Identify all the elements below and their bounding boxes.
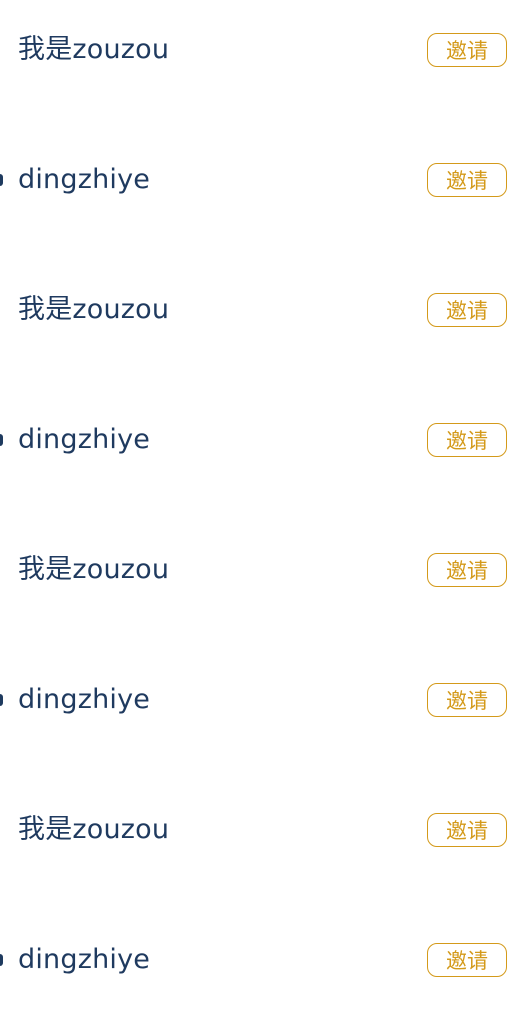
user-name: dingzhiye — [18, 424, 151, 455]
user-name: 我是zouzou — [18, 34, 170, 65]
user-name: dingzhiye — [18, 164, 151, 195]
invite-button[interactable]: 邀请 — [427, 293, 507, 327]
invite-button[interactable]: 邀请 — [427, 553, 507, 587]
user-name: 我是zouzou — [18, 294, 170, 325]
invite-button[interactable]: 邀请 — [427, 33, 507, 67]
list-item: 我是zouzou 邀请 — [0, 0, 524, 115]
invite-button[interactable]: 邀请 — [427, 423, 507, 457]
avatar-edge — [0, 434, 3, 446]
invite-button[interactable]: 邀请 — [427, 943, 507, 977]
invite-button[interactable]: 邀请 — [427, 813, 507, 847]
list-item: dingzhiye 邀请 — [0, 375, 524, 505]
avatar-edge — [0, 694, 3, 706]
invite-list: 我是zouzou 邀请 dingzhiye 邀请 我是zouzou 邀请 din… — [0, 0, 524, 1013]
avatar-edge — [0, 954, 3, 966]
avatar-edge — [0, 174, 3, 186]
list-item: 我是zouzou 邀请 — [0, 245, 524, 375]
list-item: dingzhiye 邀请 — [0, 635, 524, 765]
user-name: dingzhiye — [18, 944, 151, 975]
list-item: dingzhiye 邀请 — [0, 115, 524, 245]
user-name: 我是zouzou — [18, 814, 170, 845]
list-item: 我是zouzou 邀请 — [0, 765, 524, 895]
list-item: 我是zouzou 邀请 — [0, 505, 524, 635]
user-name: 我是zouzou — [18, 554, 170, 585]
invite-button[interactable]: 邀请 — [427, 683, 507, 717]
list-item: dingzhiye 邀请 — [0, 895, 524, 1025]
invite-button[interactable]: 邀请 — [427, 163, 507, 197]
user-name: dingzhiye — [18, 684, 151, 715]
